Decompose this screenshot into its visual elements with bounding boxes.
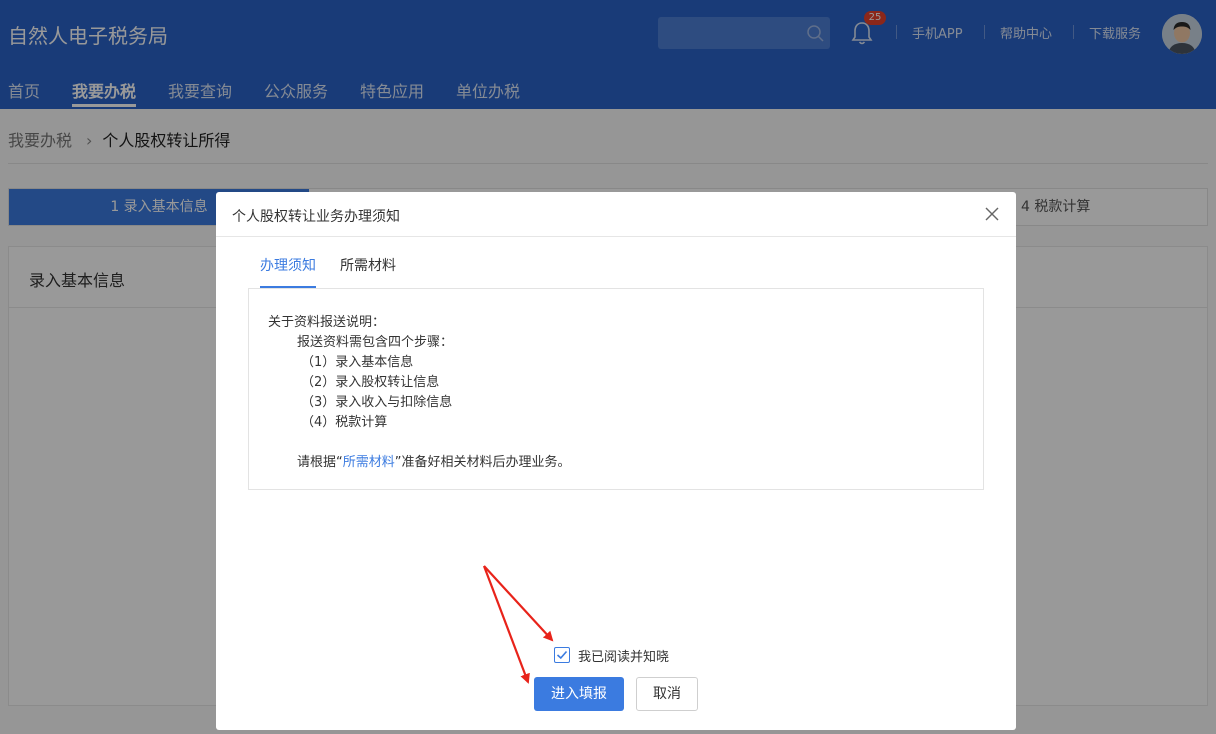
tab-notice[interactable]: 办理须知 (260, 255, 316, 275)
dialog-title: 个人股权转让业务办理须知 (232, 209, 400, 225)
acknowledge-checkbox[interactable] (554, 647, 570, 663)
enter-filing-button[interactable]: 进入填报 (534, 677, 624, 711)
check-icon (556, 650, 568, 660)
notice-content: 关于资料报送说明： 报送资料需包含四个步骤： （1）录入基本信息 （2）录入股权… (248, 288, 984, 490)
notice-step-item: （3）录入收入与扣除信息 (301, 395, 453, 410)
close-icon[interactable] (984, 206, 1000, 222)
notice-dialog: 个人股权转让业务办理须知 办理须知 所需材料 关于资料报送说明： 报送资料需包含… (216, 192, 1016, 730)
divider (216, 236, 1016, 237)
notice-footer-suffix: ”准备好相关材料后办理业务。 (394, 455, 571, 470)
notice-footer-prefix: 请根据“ (297, 455, 343, 470)
tab-required-materials[interactable]: 所需材料 (340, 255, 396, 275)
notice-step-item: （2）录入股权转让信息 (301, 375, 440, 390)
notice-heading: 关于资料报送说明： (268, 315, 386, 330)
notice-footer: 请根据“所需材料”准备好相关材料后办理业务。 (297, 451, 571, 470)
acknowledge-label[interactable]: 我已阅读并知晓 (578, 646, 669, 665)
required-materials-link[interactable]: 所需材料 (343, 455, 395, 470)
notice-step-item: （1）录入基本信息 (301, 355, 414, 370)
cancel-button[interactable]: 取消 (636, 677, 698, 711)
notice-subheading: 报送资料需包含四个步骤： (297, 335, 454, 350)
notice-step-item: （4）税款计算 (301, 415, 388, 430)
